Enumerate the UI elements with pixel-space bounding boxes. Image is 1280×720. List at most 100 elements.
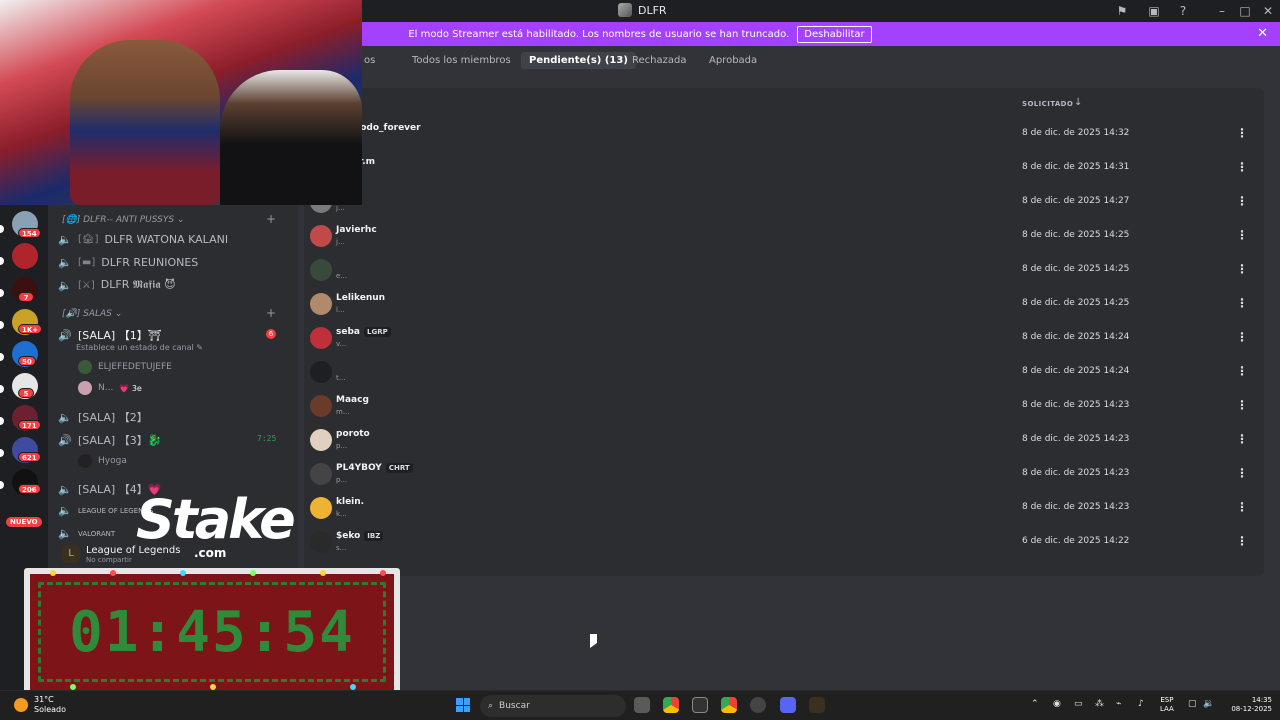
more-options-icon[interactable]: ⋮ (1236, 126, 1248, 140)
discord-icon[interactable] (780, 697, 796, 713)
add-channel-icon[interactable]: + (266, 306, 276, 320)
request-date: 8 de dic. de 2025 14:31 (1022, 162, 1130, 172)
voice-channel-sala-1[interactable]: 🔊 [SALA] 【1】⛩ (58, 327, 162, 343)
more-options-icon[interactable]: ⋮ (1236, 534, 1248, 548)
table-row[interactable]: j... 8 de dic. de 2025 14:27 ⋮ (304, 186, 1264, 218)
avatar[interactable] (310, 497, 332, 519)
avatar[interactable] (310, 225, 332, 247)
server-icon[interactable] (12, 243, 38, 269)
category-anti-pussys[interactable]: [🌐] DLFR-- ANTI PUSSYS ⌄ (62, 215, 184, 225)
more-options-icon[interactable]: ⋮ (1236, 228, 1248, 242)
more-options-icon[interactable]: ⋮ (1236, 398, 1248, 412)
task-view-icon[interactable] (634, 697, 650, 713)
member-name[interactable]: Maacg (336, 395, 369, 405)
disable-streamer-button[interactable]: Deshabilitar (797, 25, 872, 43)
table-row[interactable]: poroto p... 8 de dic. de 2025 14:23 ⋮ (304, 424, 1264, 456)
table-row[interactable]: e... 8 de dic. de 2025 14:25 ⋮ (304, 254, 1264, 286)
member-name[interactable]: $eko (336, 531, 360, 541)
voice-member[interactable]: N... 💗 3e (78, 381, 142, 395)
close-icon[interactable]: ✕ (1257, 26, 1268, 41)
mention-badge: 206 (18, 484, 41, 494)
avatar[interactable] (310, 361, 332, 383)
member-name[interactable]: seba (336, 327, 360, 337)
avatar[interactable] (310, 429, 332, 451)
more-options-icon[interactable]: ⋮ (1236, 330, 1248, 344)
mention-badge: 7 (18, 292, 34, 302)
close-window-icon[interactable]: ✕ (1260, 3, 1276, 19)
voice-channel-sala-2[interactable]: 🔈 [SALA] 【2】 (58, 409, 148, 425)
more-options-icon[interactable]: ⋮ (1236, 466, 1248, 480)
table-row[interactable]: Javierhc j... 8 de dic. de 2025 14:25 ⋮ (304, 220, 1264, 252)
voice-channel-sala-3[interactable]: 🔊 [SALA] 【3】🐉 (58, 432, 161, 448)
member-name[interactable]: PL4YBOY (336, 463, 382, 473)
table-row[interactable]: pezgodo_forever 8 de dic. de 2025 14:32 ⋮ (304, 118, 1264, 150)
weather-widget[interactable]: 31°C Soleado (14, 695, 66, 715)
more-options-icon[interactable]: ⋮ (1236, 262, 1248, 276)
table-row[interactable]: ooo_r.m8 de dic. de 2025 14:31⋮ (304, 152, 1264, 184)
maximize-icon[interactable]: □ (1237, 3, 1253, 19)
member-name-wrap: Javierhc (336, 225, 377, 235)
voice-channel[interactable]: 🔈 [▬] DLFR REUNIONES (58, 256, 198, 269)
more-options-icon[interactable]: ⋮ (1236, 364, 1248, 378)
add-channel-icon[interactable]: + (266, 212, 276, 226)
taskbar-search[interactable]: ⌕ Buscar (480, 695, 626, 717)
voice-channel[interactable]: 🔈 [🏚] DLFR WATONA KALANI (58, 233, 228, 246)
windows-start-icon[interactable] (456, 698, 470, 712)
tab-approved[interactable]: Aprobada (701, 52, 765, 69)
voice-channel-valorant[interactable]: 🔈 VALORANT (58, 527, 115, 540)
media-player-icon[interactable] (750, 697, 766, 713)
tray-app-icon[interactable]: ◉ (1053, 699, 1061, 709)
table-row[interactable]: t... 8 de dic. de 2025 14:24 ⋮ (304, 356, 1264, 388)
volume-icon[interactable]: 🔉 (1203, 699, 1214, 709)
member-name[interactable]: Lelikenun (336, 293, 385, 303)
chrome-icon[interactable] (663, 697, 679, 713)
table-row[interactable]: klein. k... 8 de dic. de 2025 14:23 ⋮ (304, 492, 1264, 524)
avatar[interactable] (310, 259, 332, 281)
table-row[interactable]: Maacg m... 8 de dic. de 2025 14:23 ⋮ (304, 390, 1264, 422)
help-icon[interactable]: ? (1175, 3, 1191, 19)
more-options-icon[interactable]: ⋮ (1236, 296, 1248, 310)
more-options-icon[interactable]: ⋮ (1236, 194, 1248, 208)
display-icon[interactable]: ▢ (1188, 699, 1197, 709)
avatar[interactable] (310, 531, 332, 553)
chevron-up-icon[interactable]: ⌃ (1031, 699, 1039, 709)
avatar[interactable] (310, 293, 332, 315)
app-icon[interactable] (692, 697, 708, 713)
league-of-legends-icon[interactable] (809, 697, 825, 713)
table-row[interactable]: Lelikenun l... 8 de dic. de 2025 14:25 ⋮ (304, 288, 1264, 320)
sort-arrow-icon[interactable]: ↓ (1074, 97, 1082, 108)
table-row[interactable]: $eko IBZ s... 6 de dic. de 2025 14:22 ⋮ (304, 526, 1264, 558)
language-indicator[interactable]: ESP LAA (1160, 696, 1174, 714)
member-name[interactable]: poroto (336, 429, 370, 439)
table-row[interactable]: seba LGRP v... 8 de dic. de 2025 14:24 ⋮ (304, 322, 1264, 354)
microphone-icon[interactable]: ♪ (1138, 699, 1144, 709)
avatar[interactable] (310, 327, 332, 349)
member-name[interactable]: Javierhc (336, 225, 377, 235)
minimize-icon[interactable]: – (1214, 3, 1230, 19)
column-header-requested[interactable]: SOLICITADO (1022, 100, 1073, 108)
tab-all-members[interactable]: Todos los miembros (404, 52, 519, 69)
table-row[interactable]: PL4YBOY CHRT p... 8 de dic. de 2025 14:23 ⋮ (304, 458, 1264, 490)
avatar[interactable] (310, 395, 332, 417)
clock[interactable]: 14:35 08-12-2025 (1226, 696, 1272, 714)
member-name: N... (98, 383, 114, 393)
more-options-icon[interactable]: ⋮ (1236, 160, 1248, 174)
inbox-flag-icon[interactable]: ⚑ (1114, 3, 1130, 19)
tab-pending[interactable]: Pendiente(s) (13) (521, 52, 636, 69)
member-name[interactable]: klein. (336, 497, 364, 507)
screen-share-icon[interactable]: ▣ (1146, 3, 1162, 19)
voice-member[interactable]: ELJEFEDETUJEFE (78, 360, 172, 374)
avatar[interactable] (310, 463, 332, 485)
more-options-icon[interactable]: ⋮ (1236, 432, 1248, 446)
category-salas[interactable]: [🔊] SALAS ⌄ (62, 309, 122, 319)
tray-app-icon[interactable]: ▭ (1074, 699, 1083, 709)
voice-member[interactable]: Hyoga (78, 454, 127, 468)
voice-channel[interactable]: 🔈 [⚔] DLFR 𝕸𝖆𝖋𝖎𝖆 😈 (58, 278, 176, 292)
channel-status[interactable]: Establece un estado de canal ✎ (76, 343, 203, 352)
chrome-icon[interactable] (721, 697, 737, 713)
request-date: 8 de dic. de 2025 14:23 (1022, 434, 1130, 444)
network-icon[interactable]: ⌁ (1116, 699, 1121, 709)
tray-app-icon[interactable]: ⁂ (1095, 699, 1104, 709)
tab-rejected[interactable]: Rechazada (624, 52, 694, 69)
more-options-icon[interactable]: ⋮ (1236, 500, 1248, 514)
